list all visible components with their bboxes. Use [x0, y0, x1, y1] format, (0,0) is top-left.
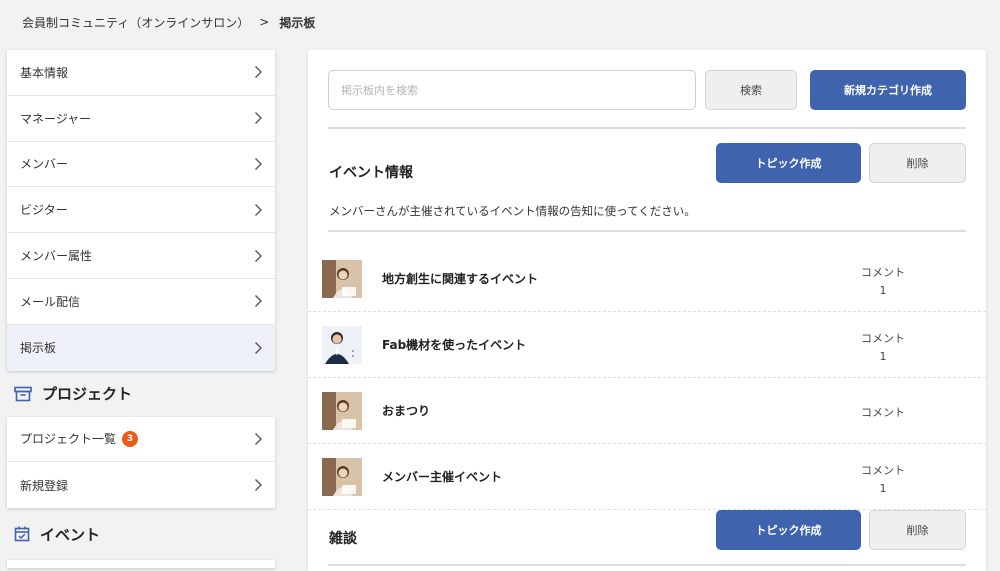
- comment-count: コメント: [838, 404, 928, 424]
- topic-title[interactable]: メンバー主催イベント: [382, 468, 502, 485]
- breadcrumb-parent[interactable]: 会員制コミュニティ（オンラインサロン）: [22, 14, 249, 31]
- category-title: イベント情報: [329, 165, 413, 181]
- divider: [328, 230, 966, 232]
- sidebar-item-label: メール配信: [20, 294, 81, 309]
- chevron-right-icon: [255, 157, 262, 170]
- sidebar-item-label: プロジェクト一覧: [20, 432, 117, 447]
- project-section-header: プロジェクト: [7, 371, 275, 417]
- event-section-title: イベント: [40, 525, 101, 544]
- chevron-right-icon: [255, 295, 262, 308]
- topic-thumbnail: [322, 458, 362, 496]
- delete-category-button[interactable]: 削除: [869, 143, 966, 183]
- topic-row[interactable]: メンバー主催イベント コメント 1: [308, 444, 986, 510]
- notification-badge: 3: [122, 430, 139, 447]
- breadcrumb-separator: >: [259, 15, 270, 29]
- comment-number: 1: [879, 482, 887, 495]
- comment-label: コメント: [861, 266, 905, 279]
- category-title: 雑談: [329, 531, 357, 547]
- topic-row[interactable]: Fab機材を使ったイベント コメント 1: [308, 312, 986, 378]
- topic-title[interactable]: 地方創生に関連するイベント: [382, 270, 538, 287]
- sidebar-item-label: 新規登録: [20, 478, 69, 493]
- chevron-right-icon: [255, 66, 262, 79]
- topic-row[interactable]: おまつり コメント: [308, 378, 986, 444]
- topic-title[interactable]: Fab機材を使ったイベント: [382, 336, 526, 353]
- create-topic-button[interactable]: トピック作成: [716, 510, 861, 550]
- sidebar-item-project-list[interactable]: プロジェクト一覧 3: [7, 417, 275, 463]
- sidebar: 基本情報 マネージャー メンバー ビジター メンバー属性 メール配信 掲示板 プ…: [7, 50, 275, 569]
- sidebar-item-label: 基本情報: [20, 65, 69, 80]
- sidebar-item-label: ビジター: [20, 203, 68, 218]
- sidebar-item-new-registration[interactable]: 新規登録: [7, 462, 275, 508]
- board-panel: 検索 新規カテゴリ作成 イベント情報 トピック作成 削除 メンバーさんが主催され…: [308, 50, 986, 571]
- chevron-right-icon: [255, 479, 262, 492]
- comment-number: 1: [879, 350, 887, 363]
- calendar-check-icon: [14, 526, 30, 542]
- topic-row[interactable]: 地方創生に関連するイベント コメント 1: [308, 246, 986, 312]
- sidebar-item-label: 掲示板: [20, 341, 57, 356]
- breadcrumb: 会員制コミュニティ（オンラインサロン） > 掲示板: [22, 12, 315, 32]
- archive-box-icon: [14, 386, 32, 401]
- topic-thumbnail: [322, 260, 362, 298]
- project-menu: プロジェクト一覧 3 新規登録: [7, 416, 275, 509]
- chevron-right-icon: [255, 341, 262, 354]
- topic-title[interactable]: おまつり: [382, 402, 430, 419]
- sidebar-item-label: マネージャー: [20, 111, 92, 126]
- delete-category-button[interactable]: 削除: [869, 510, 966, 550]
- new-category-button[interactable]: 新規カテゴリ作成: [810, 70, 966, 110]
- chevron-right-icon: [255, 112, 262, 125]
- topic-thumbnail: [322, 392, 362, 430]
- sidebar-item-visitor[interactable]: ビジター: [7, 187, 275, 234]
- comment-label: コメント: [861, 406, 905, 419]
- comment-count: コメント 1: [838, 462, 928, 495]
- sidebar-item-member-attributes[interactable]: メンバー属性: [7, 233, 275, 279]
- sidebar-item-label: メンバー属性: [20, 249, 93, 264]
- comment-count: コメント 1: [838, 330, 928, 363]
- event-section-header: イベント: [7, 508, 275, 560]
- divider: [328, 127, 966, 129]
- breadcrumb-current: 掲示板: [279, 15, 316, 30]
- sidebar-item-member[interactable]: メンバー: [7, 142, 275, 188]
- sidebar-item-basic-info[interactable]: 基本情報: [7, 50, 275, 96]
- sidebar-item-board[interactable]: 掲示板: [7, 324, 275, 371]
- sidebar-item-mail[interactable]: メール配信: [7, 279, 275, 325]
- chevron-right-icon: [255, 249, 262, 262]
- comment-number: 1: [879, 284, 887, 297]
- category-description: メンバーさんが主催されているイベント情報の告知に使ってください。: [329, 204, 696, 218]
- event-menu: [7, 560, 275, 569]
- comment-label: コメント: [861, 332, 905, 345]
- board-search-input[interactable]: [328, 70, 696, 110]
- topic-thumbnail: [322, 326, 362, 364]
- chevron-right-icon: [255, 432, 262, 445]
- project-section-title: プロジェクト: [42, 385, 133, 404]
- create-topic-button[interactable]: トピック作成: [716, 143, 861, 183]
- comment-count: コメント 1: [838, 264, 928, 297]
- comment-label: コメント: [861, 464, 905, 477]
- divider: [328, 564, 966, 566]
- sidebar-item-label: メンバー: [20, 157, 69, 172]
- sidebar-menu: 基本情報 マネージャー メンバー ビジター メンバー属性 メール配信 掲示板: [7, 50, 275, 371]
- chevron-right-icon: [255, 203, 262, 216]
- search-button[interactable]: 検索: [705, 70, 797, 110]
- sidebar-item-manager[interactable]: マネージャー: [7, 96, 275, 142]
- search-row: 検索 新規カテゴリ作成: [328, 70, 966, 110]
